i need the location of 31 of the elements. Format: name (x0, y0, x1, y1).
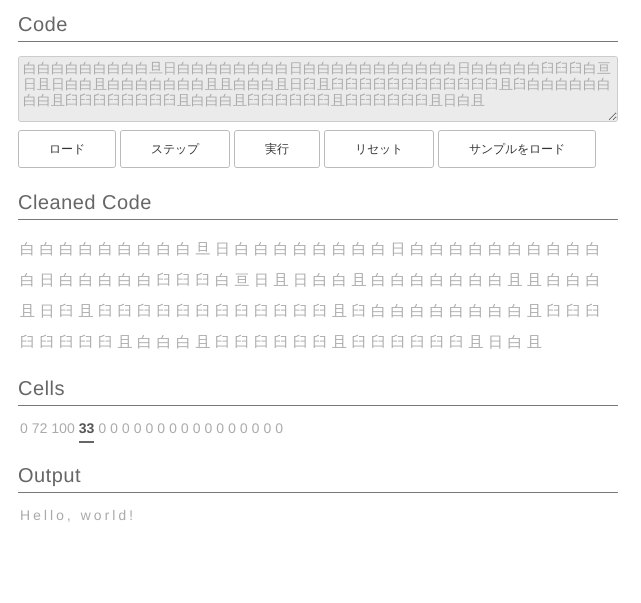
memory-cell-text: 0 (134, 420, 142, 438)
memory-cell-text: 0 (275, 420, 284, 438)
cleaned-code-text: 白白白白白白白白白旦日白白白白白白白白日白白白白白白白白白白白日白白白白白臼臼臼白亘日且日白白且白白白白白白白且且白白白且日臼且臼臼臼臼臼臼臼臼臼臼臼臼且臼白白白白白白白白且臼臼臼臼臼臼臼臼且白白白且臼臼臼臼臼臼且臼臼臼臼臼臼且日白且 (20, 240, 606, 353)
section-heading: Cleaned Code (18, 192, 153, 215)
memory-cell: 33 (78, 420, 94, 443)
memory-cell-text: 0 (228, 420, 236, 438)
memory-cell-text: 0 (157, 420, 166, 438)
memory-cell-text: 100 (51, 420, 75, 438)
memory-cell-text: 0 (110, 420, 118, 438)
memory-cell-text: 0 (169, 420, 177, 438)
toolbar-button[interactable]: 実行 (234, 130, 320, 168)
toolbar-button[interactable]: ステップ (120, 130, 230, 168)
memory-cell-text: 0 (122, 420, 130, 438)
memory-cell-text: 0 (192, 420, 200, 438)
section-heading: Code (18, 14, 69, 37)
toolbar-button[interactable]: サンプルをロード (438, 130, 596, 168)
memory-cell-text: 72 (32, 420, 48, 438)
section-heading: Output (18, 465, 82, 488)
toolbar-button[interactable]: ロード (18, 130, 116, 168)
memory-cell-text: 0 (240, 420, 248, 438)
toolbar-button[interactable]: リセット (324, 130, 434, 168)
output-text: Hello, world! (20, 507, 138, 523)
memory-cell-text: 0 (20, 420, 28, 438)
section-heading: Cells (18, 378, 66, 401)
memory-cell-text: 0 (204, 420, 212, 438)
memory-cell-text: 0 (146, 420, 154, 438)
memory-cell-text: 0 (252, 420, 260, 438)
memory-cell-text: 0 (180, 420, 189, 438)
memory-cell-text: 0 (216, 420, 224, 438)
memory-cell-text: 0 (263, 420, 272, 438)
memory-cell-text: 0 (98, 420, 106, 438)
